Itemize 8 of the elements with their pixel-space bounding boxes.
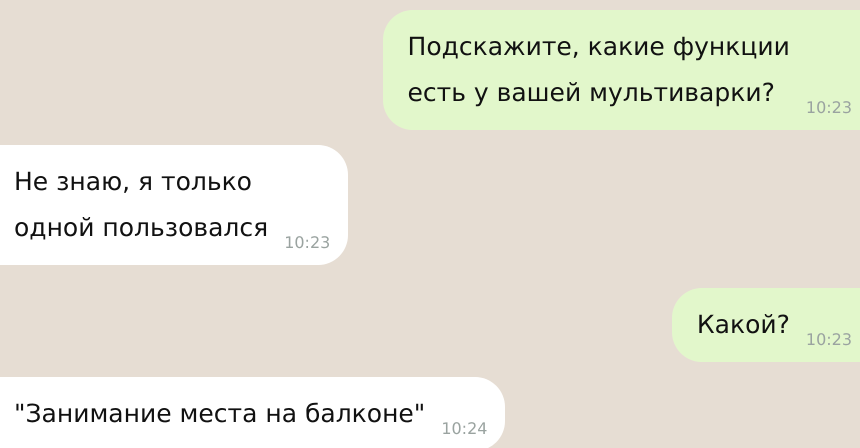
message-text: Подскажите, какие функции есть у вашей мультиварки?	[408, 31, 790, 109]
message-text: "Занимание места на балконе"	[14, 398, 426, 430]
message-text: Какой?	[696, 309, 790, 341]
message-time: 10:23	[284, 232, 330, 254]
message-text: Не знаю, я только одной пользовался	[14, 166, 268, 244]
message-time: 10:23	[806, 329, 852, 351]
message-time: 10:23	[806, 97, 852, 119]
message-time: 10:24	[441, 418, 488, 440]
